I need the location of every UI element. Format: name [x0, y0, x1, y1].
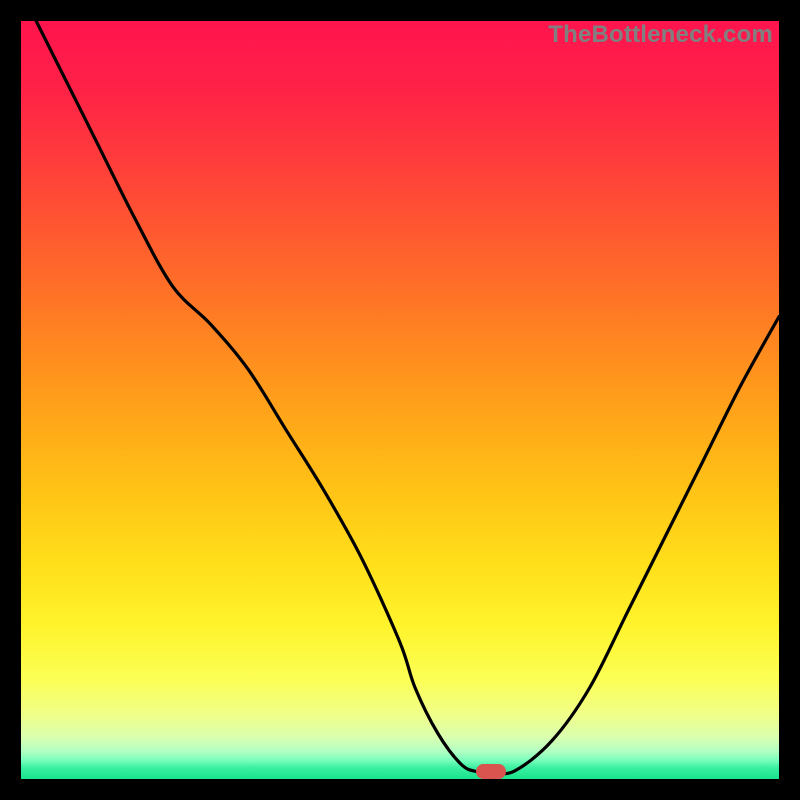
watermark-text: TheBottleneck.com	[548, 21, 773, 49]
chart-frame: TheBottleneck.com	[0, 0, 800, 800]
bottleneck-curve	[21, 21, 779, 779]
plot-area: TheBottleneck.com	[21, 21, 779, 779]
optimal-point-marker	[476, 764, 506, 779]
